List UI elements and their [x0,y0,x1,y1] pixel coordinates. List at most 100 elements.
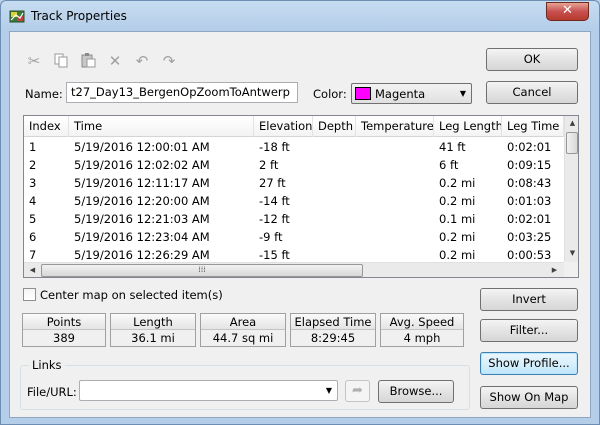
links-group-title: Links [29,358,65,372]
cell-leg-time: 0:09:15 [507,158,552,172]
cell-depth [313,192,356,210]
stat-elapsed-time: Elapsed Time 8:29:45 [290,313,376,347]
stat-label: Area [201,314,285,330]
show-profile-button[interactable]: Show Profile... [480,352,578,375]
stat-value: 389 [53,331,75,345]
color-dropdown[interactable]: Magenta ▼ [351,83,472,104]
color-value: Magenta [375,87,426,101]
cell-leg-length: 0.2 mi [439,230,476,244]
delete-icon[interactable]: ✕ [106,52,124,70]
table-row[interactable]: 5 5/19/2016 12:21:03 AM -12 ft 0.1 mi 0:02:0… [24,210,564,228]
cell-time: 5/19/2016 12:02:02 AM [74,158,210,172]
cut-icon[interactable]: ✂ [25,52,43,70]
cell-time: 5/19/2016 12:20:00 AM [74,194,210,208]
window-title: Track Properties [31,9,127,23]
stat-label: Points [23,314,105,330]
stat-area: Area 44.7 sq mi [200,313,286,347]
undo-icon[interactable]: ↶ [133,52,151,70]
column-header-leg-length[interactable]: Leg Length [434,116,502,137]
column-header-elevation[interactable]: Elevation [254,116,313,137]
cell-elevation: 27 ft [259,176,286,190]
close-button[interactable]: ✕ [546,2,589,21]
cell-temperature [356,192,434,210]
invert-button[interactable]: Invert [480,288,578,311]
copy-icon[interactable] [52,52,70,70]
cell-temperature [356,138,434,156]
app-icon [9,10,25,23]
scroll-up-icon[interactable]: ▲ [565,119,578,127]
stat-value: 8:29:45 [310,331,356,345]
browse-button[interactable]: Browse... [378,380,454,403]
cell-elevation: 2 ft [259,158,279,172]
scroll-right-icon[interactable]: ▶ [547,266,562,274]
name-input[interactable]: t27_Day13_BergenOpZoomToAntwerp [66,82,298,103]
stat-value: 36.1 mi [131,331,175,345]
chevron-down-icon: ▼ [459,89,466,98]
stat-label: Length [111,314,195,330]
cell-leg-length: 0.2 mi [439,194,476,208]
cell-elevation: -14 ft [259,194,290,208]
stat-avg-speed: Avg. Speed 4 mph [380,313,464,347]
table-row[interactable]: 6 5/19/2016 12:23:04 AM -9 ft 0.2 mi 0:03:25 [24,228,564,246]
stat-value: 4 mph [403,331,441,345]
cell-index: 3 [29,176,37,190]
cell-leg-time: 0:02:01 [507,212,552,226]
column-header-time[interactable]: Time [69,116,254,137]
cell-leg-time: 0:08:43 [507,176,552,190]
track-properties-window: Track Properties ✕ ✂ ✕ ↶ ↷ OK Cancel Nam… [0,0,600,425]
dialog-body: ✂ ✕ ↶ ↷ OK Cancel Name: t27_Day13_Bergen… [9,31,591,418]
redo-icon[interactable]: ↷ [160,52,178,70]
trackpoint-list[interactable]: Index Time Elevation Depth Temperature L… [23,115,579,278]
column-header-depth[interactable]: Depth [313,116,356,137]
cell-index: 1 [29,140,37,154]
vertical-scroll-thumb[interactable] [566,132,578,154]
cell-temperature [356,156,434,174]
cell-time: 5/19/2016 12:21:03 AM [74,212,210,226]
chevron-down-icon[interactable]: ▼ [326,386,332,395]
table-row[interactable]: 4 5/19/2016 12:20:00 AM -14 ft 0.2 mi 0:01:0… [24,192,564,210]
ok-button[interactable]: OK [486,48,578,71]
cell-leg-time: 0:03:25 [507,230,552,244]
table-row[interactable]: 3 5/19/2016 12:11:17 AM 27 ft 0.2 mi 0:08:43 [24,174,564,192]
cell-elevation: -18 ft [259,140,290,154]
cell-time: 5/19/2016 12:11:17 AM [74,176,210,190]
cell-temperature [356,174,434,192]
vertical-scrollbar[interactable]: ▲ ▼ [564,116,578,262]
cancel-button[interactable]: Cancel [486,81,578,104]
table-row[interactable]: 1 5/19/2016 12:00:01 AM -18 ft 41 ft 0:02:01 [24,138,564,156]
file-url-label: File/URL: [27,385,77,399]
cell-index: 2 [29,158,37,172]
horizontal-scroll-thumb[interactable]: ⁞⁞⁞ [41,264,363,277]
cell-time: 5/19/2016 12:00:01 AM [74,140,210,154]
column-header-index[interactable]: Index [24,116,69,137]
open-link-icon[interactable]: ➦ [345,380,370,402]
cell-index: 5 [29,212,37,226]
cell-leg-length: 0.2 mi [439,176,476,190]
cell-leg-length: 41 ft [439,140,466,154]
name-label: Name: [25,87,63,101]
table-row[interactable]: 2 5/19/2016 12:02:02 AM 2 ft 6 ft 0:09:15 [24,156,564,174]
show-on-map-button[interactable]: Show On Map [480,386,578,409]
column-header-temperature[interactable]: Temperature [356,116,434,137]
cell-leg-time: 0:01:03 [507,194,552,208]
color-label: Color: [313,87,347,101]
column-header-leg-time[interactable]: Leg Time [502,116,564,137]
center-map-checkbox[interactable] [23,288,36,301]
title-bar[interactable]: Track Properties ✕ [1,1,599,31]
cell-temperature [356,210,434,228]
cell-depth [313,228,356,246]
cell-index: 4 [29,194,37,208]
scroll-down-icon[interactable]: ▼ [565,249,578,257]
file-url-input[interactable]: ▼ [79,380,338,401]
list-header: Index Time Elevation Depth Temperature L… [24,116,564,137]
cell-elevation: -12 ft [259,212,290,226]
scroll-left-icon[interactable]: ◀ [25,266,40,274]
horizontal-scrollbar[interactable]: ◀ ⁞⁞⁞ ▶ [24,262,564,277]
paste-icon[interactable] [79,52,97,70]
track-stats: Points 389 Length 36.1 mi Area 44.7 sq m… [22,313,464,347]
center-map-label[interactable]: Center map on selected item(s) [40,288,223,302]
filter-button[interactable]: Filter... [480,319,578,342]
cell-leg-time: 0:02:01 [507,140,552,154]
stat-points: Points 389 [22,313,106,347]
color-swatch [355,87,371,100]
